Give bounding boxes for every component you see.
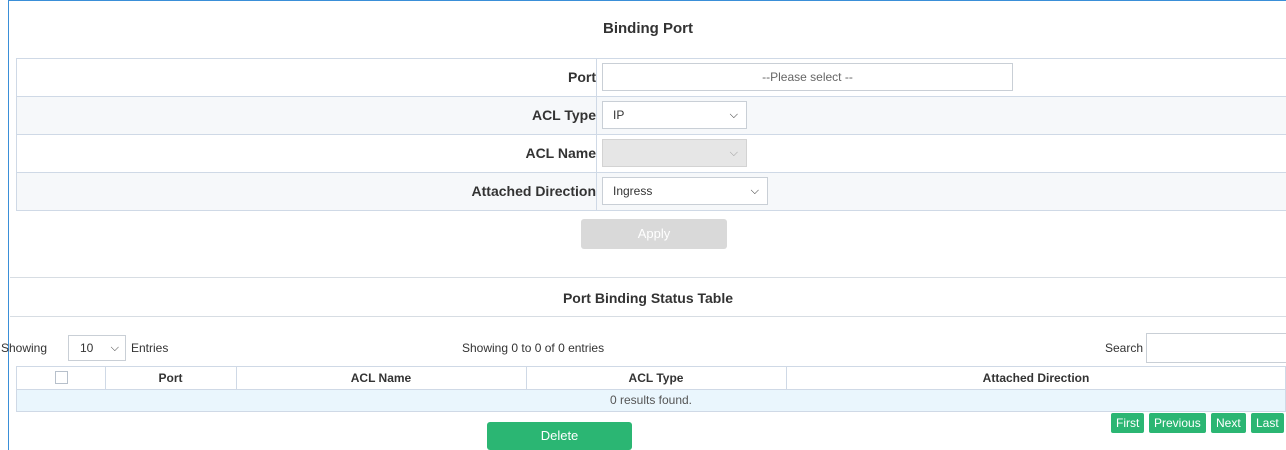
apply-button[interactable]: Apply — [581, 219, 727, 249]
chevron-down-icon: ⌵ — [729, 109, 738, 121]
delete-button[interactable]: Delete — [487, 422, 632, 450]
select-all-cell — [17, 367, 106, 389]
status-table-title: Port Binding Status Table — [562, 290, 734, 306]
column-header-acl-type[interactable]: ACL Type — [526, 367, 787, 389]
column-header-port[interactable]: Port — [105, 367, 237, 389]
acl-name-select[interactable]: ⌵ — [602, 139, 747, 167]
column-header-attached-direction[interactable]: Attached Direction — [786, 367, 1286, 389]
pagination-next-button[interactable]: Next — [1211, 413, 1246, 433]
search-input[interactable] — [1146, 333, 1286, 363]
column-header-acl-name[interactable]: ACL Name — [236, 367, 527, 389]
attached-direction-select[interactable]: Ingress ⌵ — [602, 177, 768, 205]
chevron-down-icon: ⌵ — [110, 342, 119, 354]
chevron-down-icon: ⌵ — [729, 147, 738, 159]
table-header: Port ACL Name ACL Type Attached Directio… — [16, 366, 1286, 390]
frame-left-border — [8, 0, 9, 450]
table-info: Showing 0 to 0 of 0 entries — [462, 341, 605, 355]
port-label: Port — [17, 59, 597, 96]
binding-port-form: Port --Please select -- ACL Type IP ⌵ AC… — [16, 58, 1286, 211]
port-binding-table: Port ACL Name ACL Type Attached Directio… — [16, 366, 1286, 412]
binding-port-title: Binding Port — [603, 20, 693, 37]
port-select[interactable]: --Please select -- — [602, 63, 1013, 91]
pagination-last-button[interactable]: Last — [1251, 413, 1284, 433]
empty-results-row: 0 results found. — [16, 390, 1286, 412]
attached-direction-row: Attached Direction Ingress ⌵ — [16, 173, 1286, 211]
table-controls: Showing 10 ⌵ Entries Showing 0 to 0 of 0… — [0, 333, 1286, 363]
acl-name-row: ACL Name ⌵ — [16, 135, 1286, 173]
attached-direction-value: Ingress — [613, 184, 653, 198]
port-select-value: --Please select -- — [762, 70, 853, 84]
acl-type-label: ACL Type — [17, 97, 597, 134]
acl-type-select[interactable]: IP ⌵ — [602, 101, 747, 129]
acl-type-value: IP — [613, 108, 625, 122]
select-all-checkbox[interactable] — [55, 371, 68, 384]
frame-top-border — [8, 0, 1286, 1]
pagination-previous-button[interactable]: Previous — [1149, 413, 1206, 433]
acl-name-label: ACL Name — [17, 135, 597, 172]
page-length-select[interactable]: 10 ⌵ — [68, 335, 126, 361]
section-divider — [10, 277, 1286, 278]
entries-label: Entries — [131, 341, 169, 355]
pagination-first-button[interactable]: First — [1111, 413, 1145, 433]
search-label: Search — [1105, 341, 1144, 355]
port-row: Port --Please select -- — [16, 59, 1286, 97]
showing-label: Showing — [1, 341, 48, 355]
page-length-value: 10 — [80, 341, 94, 355]
attached-direction-label: Attached Direction — [17, 173, 597, 210]
status-title-divider — [10, 316, 1286, 317]
chevron-down-icon: ⌵ — [750, 185, 759, 197]
acl-type-row: ACL Type IP ⌵ — [16, 97, 1286, 135]
